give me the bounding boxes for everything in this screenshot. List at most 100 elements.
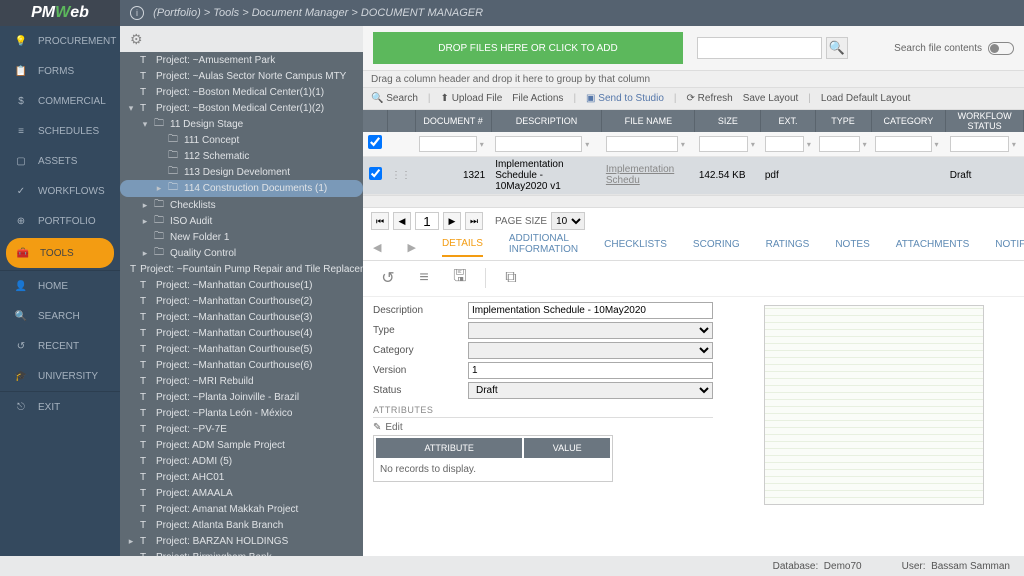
pager-last[interactable]: ⏭ [465,212,483,230]
type-select[interactable] [468,322,713,339]
filter-input[interactable] [495,136,582,152]
drag-icon[interactable]: ⋮⋮ [387,156,415,194]
description-field[interactable] [468,302,713,319]
drop-zone[interactable]: DROP FILES HERE OR CLICK TO ADD [373,32,683,64]
tab-scoring[interactable]: SCORING [693,239,740,256]
search-button[interactable]: 🔍 [826,37,848,59]
document-preview[interactable] [733,301,1014,553]
save-icon[interactable]: 🖫 [449,267,471,289]
tree-node[interactable]: TProject: ~Manhattan Courthouse(3) [120,309,363,325]
tab-notification[interactable]: NOTIFICATION [995,239,1024,256]
pager-first[interactable]: ⏮ [371,212,389,230]
tree-node[interactable]: TProject: ~Fountain Pump Repair and Tile… [120,261,363,277]
nav-exit[interactable]: ⎋EXIT [0,392,120,422]
col-header[interactable] [387,110,415,132]
tabs-next-icon[interactable]: ▶ [407,241,415,254]
col-header[interactable]: WORKFLOW STATUS [946,110,1024,132]
tree-node[interactable]: TProject: Amanat Makkah Project [120,501,363,517]
info-icon[interactable]: i [130,6,144,20]
col-header[interactable]: CATEGORY [871,110,946,132]
col-header[interactable]: FILE NAME [602,110,695,132]
pager-prev[interactable]: ◀ [393,212,411,230]
tree-node[interactable]: 🗀112 Schematic [120,148,363,164]
tree-node[interactable]: TProject: ~PV-7E [120,421,363,437]
tree-node[interactable]: ▸🗀ISO Audit [120,213,363,229]
tree-node[interactable]: TProject: ~Manhattan Courthouse(1) [120,277,363,293]
tree-node[interactable]: ▸🗀114 Construction Documents (1) [120,180,363,197]
col-header[interactable]: EXT. [761,110,815,132]
tabs-prev-icon[interactable]: ◀ [373,241,381,254]
tree-node[interactable]: ▸🗀Quality Control [120,245,363,261]
tb-send-studio[interactable]: ▣ Send to Studio [586,93,664,104]
tree-node[interactable]: 🗀New Folder 1 [120,229,363,245]
nav-assets[interactable]: ▢ASSETS [0,146,120,176]
nav-procurement[interactable]: 💡PROCUREMENT [0,26,120,56]
tree-node[interactable]: ▾🗀11 Design Stage [120,116,363,132]
tree-node[interactable]: TProject: ~Planta León - México [120,405,363,421]
tab-notes[interactable]: NOTES [835,239,869,256]
grid-hscroll[interactable] [363,195,1024,207]
nav-home[interactable]: 👤HOME [0,271,120,301]
tree-node[interactable]: ▸🗀Checklists [120,197,363,213]
tree-node[interactable]: 🗀111 Concept [120,132,363,148]
nav-forms[interactable]: 📋FORMS [0,56,120,86]
nav-commercial[interactable]: $COMMERCIAL [0,86,120,116]
status-select[interactable]: Draft [468,382,713,399]
col-header[interactable] [363,110,387,132]
nav-portfolio[interactable]: ⊕PORTFOLIO [0,206,120,236]
open-external-icon[interactable]: ⧉ [500,267,522,289]
tree-node[interactable]: TProject: ~Planta Joinville - Brazil [120,389,363,405]
tb-save-layout[interactable]: Save Layout [743,93,799,104]
tree-node[interactable]: TProject: ~Boston Medical Center(1)(1) [120,84,363,100]
tree-node[interactable]: TProject: ~Manhattan Courthouse(2) [120,293,363,309]
col-header[interactable]: SIZE [695,110,761,132]
history-icon[interactable]: ↺ [377,267,399,289]
tab-details[interactable]: DETAILS [442,238,483,257]
group-by-bar[interactable]: Drag a column header and drop it here to… [363,70,1024,88]
tree-node[interactable]: TProject: ADMI (5) [120,453,363,469]
table-row[interactable]: ⋮⋮ 1321 Implementation Schedule - 10May2… [363,156,1024,194]
tree-node[interactable]: TProject: ~Manhattan Courthouse(6) [120,357,363,373]
tree-node[interactable]: TProject: AMAALA [120,485,363,501]
search-contents-toggle[interactable] [988,42,1014,55]
filter-input[interactable] [699,136,748,152]
tree-node[interactable]: ▾TProject: ~Boston Medical Center(1)(2) [120,100,363,116]
tree-node[interactable]: TProject: ~Amusement Park [120,52,363,68]
tb-file-actions[interactable]: File Actions [512,93,563,104]
tree-node[interactable]: ▸TProject: BARZAN HOLDINGS [120,533,363,549]
nav-recent[interactable]: ↺RECENT [0,331,120,361]
tb-upload[interactable]: ⬆ Upload File [441,93,503,104]
row-checkbox[interactable] [369,167,382,180]
filter-input[interactable] [875,136,932,152]
version-field[interactable] [468,362,713,379]
nav-university[interactable]: 🎓UNIVERSITY [0,361,120,391]
nav-workflows[interactable]: ✓WORKFLOWS [0,176,120,206]
col-header[interactable]: DESCRIPTION [491,110,602,132]
tab-ratings[interactable]: RATINGS [766,239,810,256]
tree-node[interactable]: TProject: AHC01 [120,469,363,485]
nav-search[interactable]: 🔍SEARCH [0,301,120,331]
tb-search[interactable]: 🔍 Search [371,93,418,104]
filter-input[interactable] [950,136,1009,152]
tree-node[interactable]: TProject: ~Manhattan Courthouse(4) [120,325,363,341]
filter-input[interactable] [419,136,477,152]
file-link[interactable]: Implementation Schedu [606,164,674,186]
filter-input[interactable] [819,136,860,152]
tree-node[interactable]: TProject: ~MRI Rebuild [120,373,363,389]
tree-node[interactable]: 🗀113 Design Develoment [120,164,363,180]
filter-input[interactable] [765,136,804,152]
tree-node[interactable]: TProject: ~Aulas Sector Norte Campus MTY [120,68,363,84]
tab-attachments[interactable]: ATTACHMENTS [896,239,970,256]
tree-node[interactable]: TProject: Atlanta Bank Branch [120,517,363,533]
nav-tools[interactable]: 🧰TOOLS [6,238,114,268]
tree-node[interactable]: TProject: ~Manhattan Courthouse(5) [120,341,363,357]
list-icon[interactable]: ≡ [413,267,435,289]
pager-next[interactable]: ▶ [443,212,461,230]
category-select[interactable] [468,342,713,359]
tab-checklists[interactable]: CHECKLISTS [604,239,667,256]
tb-refresh[interactable]: ⟳ Refresh [687,93,733,104]
pager-size-select[interactable]: 10 [551,212,585,230]
filter-input[interactable] [606,136,678,152]
nav-schedules[interactable]: ≡SCHEDULES [0,116,120,146]
edit-link[interactable]: ✎ Edit [373,420,713,435]
